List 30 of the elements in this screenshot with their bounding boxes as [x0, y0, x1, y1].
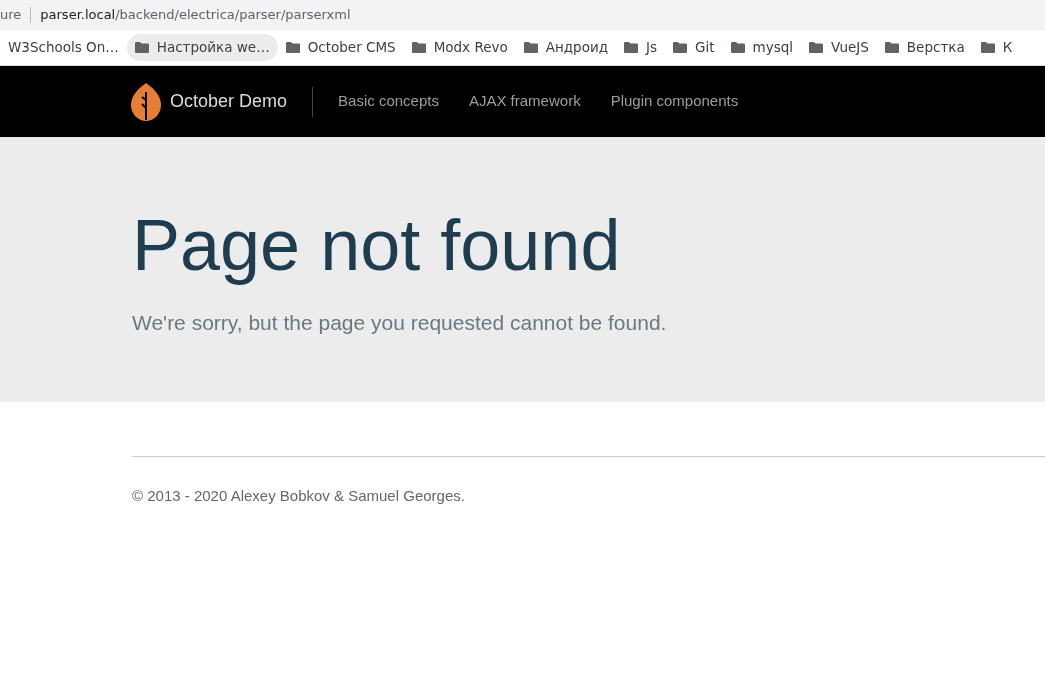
bookmark[interactable]: Js	[616, 34, 666, 61]
leaf-logo-icon	[130, 81, 162, 122]
nav-link[interactable]: Basic concepts	[338, 90, 439, 113]
folder-icon	[411, 42, 426, 53]
security-label: ure	[0, 6, 22, 25]
copyright-text: © 2013 - 2020 Alexey Bobkov & Samuel Georges.	[132, 486, 466, 506]
bookmark[interactable]: October CMS	[277, 34, 404, 61]
address-field[interactable]: parser.local/backend/electrica/parser/parserxml	[40, 5, 351, 25]
bookmark[interactable]: Git	[665, 34, 723, 61]
folder-icon	[730, 42, 745, 53]
bookmark[interactable]: Настройка we…	[126, 34, 278, 61]
bookmark[interactable]: Верстка	[876, 34, 973, 61]
folder-icon	[285, 42, 300, 53]
bookmark[interactable]: Андроид	[515, 34, 617, 61]
bookmark[interactable]: mysql	[722, 34, 802, 61]
folder-icon	[884, 42, 899, 53]
nav-link[interactable]: AJAX framework	[468, 90, 581, 113]
folder-icon	[673, 42, 688, 53]
bookmark[interactable]: VueJS	[801, 34, 877, 61]
bookmark[interactable]: Modx Revo	[403, 34, 516, 61]
bookmark[interactable]: W3Schools On…	[0, 34, 127, 61]
folder-icon	[134, 42, 149, 53]
folder-icon	[523, 42, 538, 53]
brand-link[interactable]: October Demo	[170, 88, 288, 115]
nav-link[interactable]: Plugin components	[610, 90, 739, 113]
bookmark[interactable]: К	[972, 34, 1021, 61]
folder-icon	[809, 42, 824, 53]
folder-icon	[624, 42, 639, 53]
folder-icon	[980, 42, 995, 53]
error-message: We're sorry, but the page you requested cannot be found.	[132, 310, 668, 336]
